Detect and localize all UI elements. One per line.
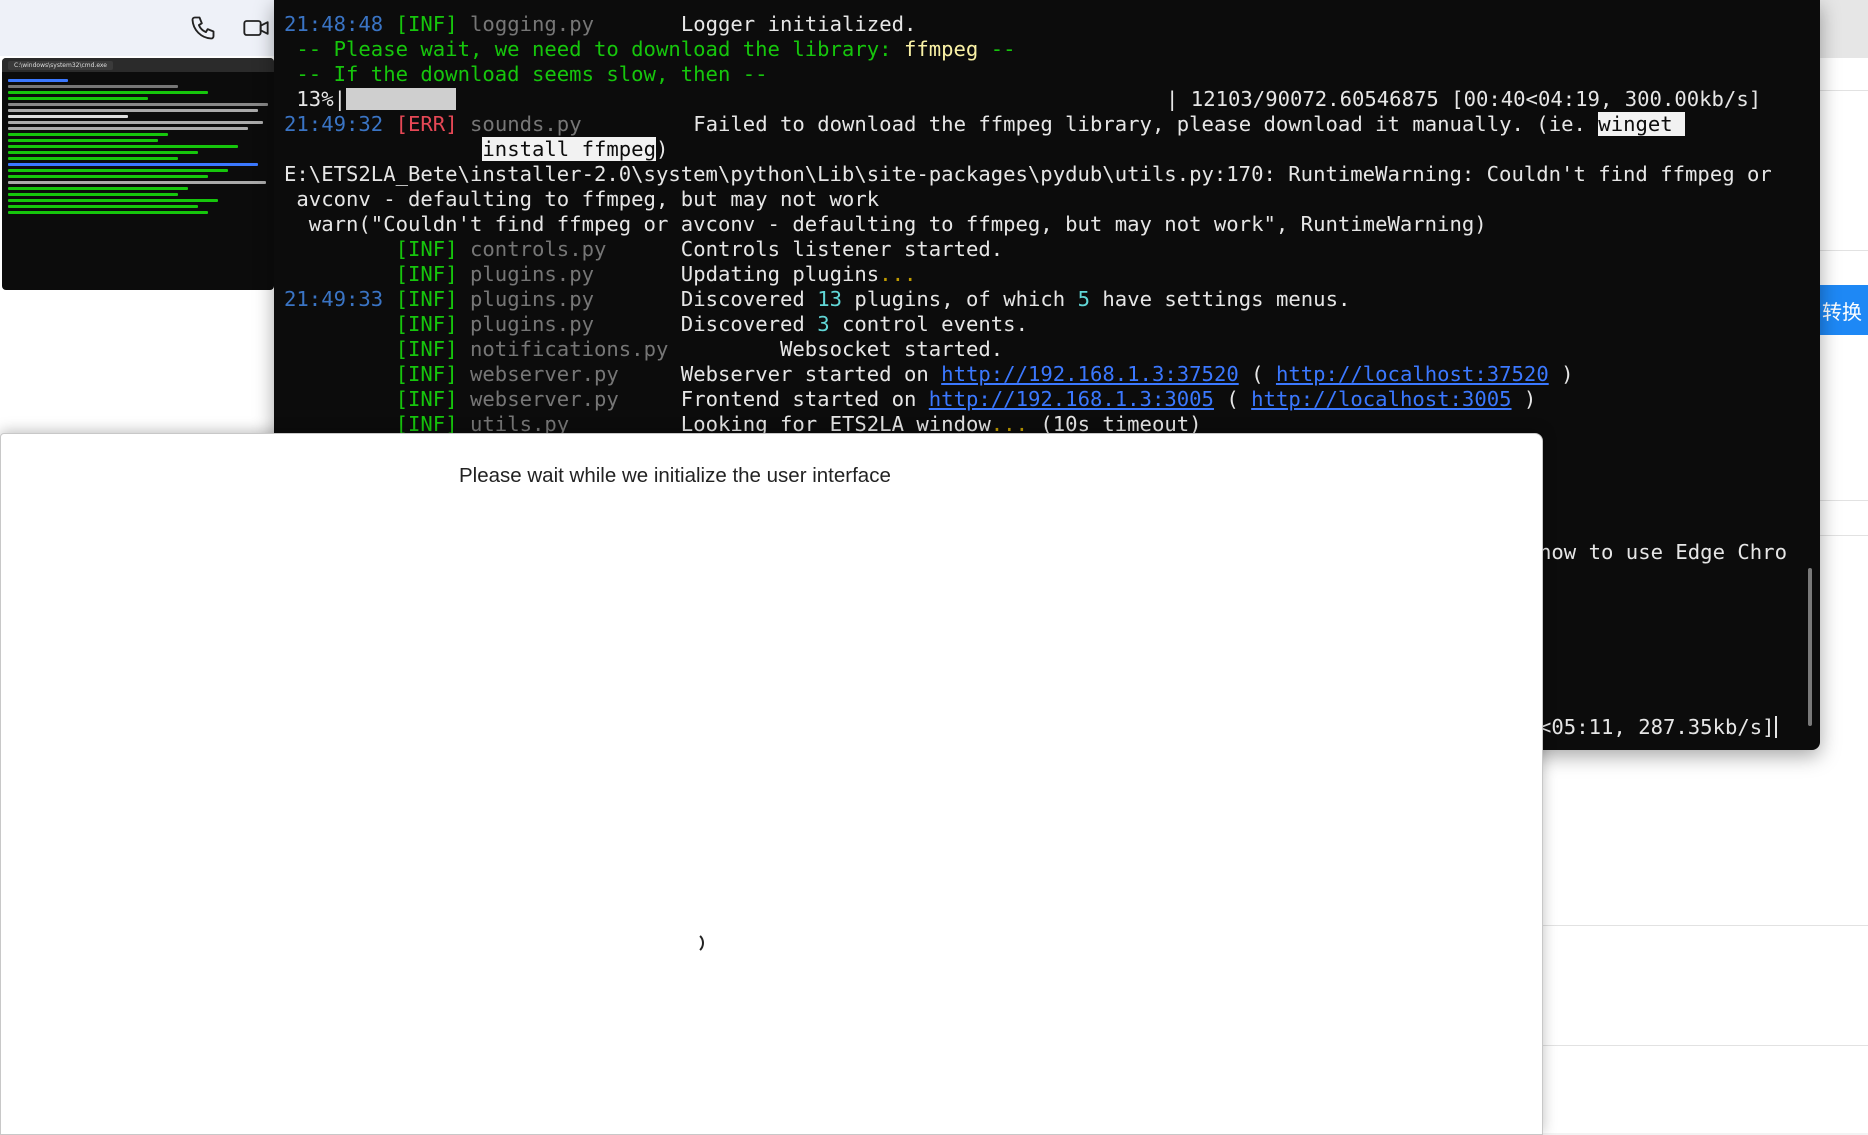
terminal-tail-line: how to use Edge Chro xyxy=(1539,540,1787,564)
ui-loading-window[interactable]: Please wait while we initialize the user… xyxy=(0,433,1543,1135)
loading-spinner-icon xyxy=(682,932,704,954)
webserver-localhost-link[interactable]: http://localhost:37520 xyxy=(1276,362,1549,386)
download-progress-line: 13%| | 12103/90072.60546875 [00:40<04:19,… xyxy=(284,87,1762,111)
log-line: [INF] controls.py Controls listener star… xyxy=(395,237,1004,261)
video-camera-icon[interactable] xyxy=(240,12,272,44)
warning-line: warn("Couldn't find ffmpeg or avconv - d… xyxy=(284,212,1487,236)
terminal-tail-line: <05:11, 287.35kb/s] xyxy=(1539,715,1777,739)
log-line: -- Please wait, we need to download the … xyxy=(284,37,1016,61)
log-line: 21:48:48 [INF] logging.py Logger initial… xyxy=(284,12,917,36)
phone-icon[interactable] xyxy=(187,12,219,44)
terminal-cursor xyxy=(1774,716,1777,738)
convert-button[interactable]: 转换 xyxy=(1816,285,1868,335)
loading-message: Please wait while we initialize the user… xyxy=(459,464,891,487)
log-line: -- If the download seems slow, then -- xyxy=(284,62,768,86)
progress-bar-fill xyxy=(346,88,456,110)
log-line: [INF] plugins.py Discovered 3 control ev… xyxy=(395,312,1028,336)
thumbnail-content xyxy=(2,72,274,221)
thumbnail-tab-title: C:\windows\system32\cmd.exe xyxy=(8,60,113,70)
terminal-scrollbar[interactable] xyxy=(1808,568,1812,726)
frontend-ip-link[interactable]: http://192.168.1.3:3005 xyxy=(929,387,1214,411)
divider xyxy=(1520,925,1868,926)
log-line: [INF] webserver.py Webserver started on … xyxy=(395,362,1574,386)
terminal-thumbnail-preview[interactable]: C:\windows\system32\cmd.exe xyxy=(2,58,274,290)
log-line: 21:49:33 [INF] plugins.py Discovered 13 … xyxy=(284,287,1351,311)
log-line: [INF] notifications.py Websocket started… xyxy=(395,337,1004,361)
log-line: install ffmpeg) xyxy=(482,137,669,161)
warning-line: E:\ETS2LA_Bete\installer-2.0\system\pyth… xyxy=(284,162,1772,186)
log-line: [INF] plugins.py Updating plugins... xyxy=(395,262,917,286)
thumbnail-tab-bar: C:\windows\system32\cmd.exe xyxy=(2,58,274,72)
frontend-localhost-link[interactable]: http://localhost:3005 xyxy=(1251,387,1511,411)
log-line-error: 21:49:32 [ERR] sounds.py Failed to downl… xyxy=(284,112,1686,136)
terminal-output: 21:48:48 [INF] logging.py Logger initial… xyxy=(284,12,1804,437)
log-line: [INF] webserver.py Frontend started on h… xyxy=(395,387,1537,411)
chat-app-header xyxy=(0,0,276,56)
warning-line: avconv - defaulting to ffmpeg, but may n… xyxy=(284,187,880,211)
divider xyxy=(1520,1045,1868,1046)
webserver-ip-link[interactable]: http://192.168.1.3:37520 xyxy=(941,362,1239,386)
